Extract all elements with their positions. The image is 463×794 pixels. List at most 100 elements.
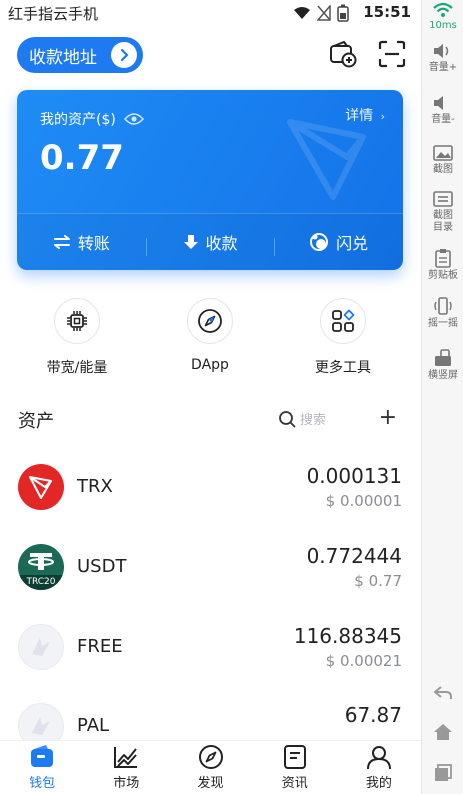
grid-icon xyxy=(320,298,366,344)
news-icon xyxy=(283,745,306,769)
nav-profile-label: 我的 xyxy=(365,776,392,791)
swap-icon xyxy=(310,233,329,251)
bottom-nav: 钱包 市场 发现 资讯 我的 xyxy=(0,740,421,794)
compass-icon xyxy=(187,298,233,344)
clock: 15:51 xyxy=(363,3,411,21)
detail-label: 详情 xyxy=(345,108,374,124)
volume-down-button[interactable]: 音量- xyxy=(422,94,463,126)
asset-amount: 0.77 xyxy=(40,138,124,178)
tool-more-label: 更多工具 xyxy=(315,360,371,376)
nav-discover-label: 发现 xyxy=(197,776,224,791)
receive-button[interactable]: 收款 xyxy=(145,230,275,256)
chart-icon xyxy=(114,747,138,768)
back-arrow-icon xyxy=(434,686,452,699)
token-balance: 0.772444 xyxy=(306,544,402,568)
token-row-free[interactable]: FREE 116.88345 $ 0.00021 xyxy=(0,624,421,704)
token-row-trx[interactable]: TRX 0.000131 $ 0.00001 xyxy=(0,464,421,544)
tool-bandwidth-label: 带宽/能量 xyxy=(46,360,108,376)
no-signal-icon xyxy=(317,5,331,21)
search-icon xyxy=(279,410,296,427)
wallet-icon xyxy=(31,745,54,767)
usdt-logo-icon: TRC20 xyxy=(18,544,64,590)
clipboard-icon xyxy=(435,249,451,268)
token-balance: 0.000131 xyxy=(306,464,402,488)
detail-link[interactable]: 详情 › xyxy=(345,105,385,125)
token-value: $ 0.00001 xyxy=(325,492,402,510)
tron-watermark-icon xyxy=(287,119,366,200)
back-button[interactable] xyxy=(422,684,463,702)
asset-card[interactable]: 我的资产($) 详情 › 0.77 转账 收款 闪兑 xyxy=(17,90,403,270)
rotate-icon xyxy=(435,349,451,366)
home-button[interactable] xyxy=(422,722,463,742)
nav-market[interactable]: 市场 xyxy=(84,741,168,794)
volume-up-label: 音量+ xyxy=(428,62,458,73)
chevron-right-icon xyxy=(111,42,137,68)
nav-market-label: 市场 xyxy=(113,776,140,791)
receive-label: 收款 xyxy=(205,234,238,253)
volume-up-icon xyxy=(434,44,449,58)
trx-logo-icon xyxy=(18,464,64,510)
tool-dapp-label: DApp xyxy=(191,357,229,373)
add-wallet-icon[interactable] xyxy=(328,39,358,69)
receive-address-button[interactable]: 收款地址 xyxy=(17,37,143,73)
token-symbol: TRX xyxy=(77,476,113,497)
volume-down-icon xyxy=(434,96,443,110)
chip-icon xyxy=(54,298,100,344)
rotate-label: 横竖屏 xyxy=(428,370,458,381)
phone-screen: 红手指云手机 15:51 收款地址 我的资产($) 详情 › 0.77 转账 收… xyxy=(0,0,421,794)
recent-apps-icon xyxy=(435,764,452,781)
assets-header: 资产 搜索 + xyxy=(18,405,403,435)
swap-label: 闪兑 xyxy=(336,234,369,253)
eye-icon[interactable] xyxy=(123,112,144,126)
profile-icon xyxy=(366,746,391,770)
token-symbol: FREE xyxy=(77,636,123,657)
signal-indicator: 10ms xyxy=(422,2,463,32)
nav-news-label: 资讯 xyxy=(281,776,308,791)
nav-profile[interactable]: 我的 xyxy=(337,741,421,794)
clipboard-label: 剪贴板 xyxy=(428,270,458,281)
recent-apps-button[interactable] xyxy=(422,763,463,783)
shake-icon xyxy=(434,297,452,315)
screenshot-button[interactable]: 截图 xyxy=(422,144,463,176)
token-value: $ 0.77 xyxy=(354,572,402,590)
nav-news[interactable]: 资讯 xyxy=(253,741,337,794)
nav-wallet[interactable]: 钱包 xyxy=(0,741,84,794)
free-logo-icon xyxy=(18,624,64,670)
compass-icon xyxy=(198,745,223,769)
asset-search[interactable]: 搜索 xyxy=(278,409,326,428)
transfer-button[interactable]: 转账 xyxy=(17,230,146,254)
clipboard-button[interactable]: 剪贴板 xyxy=(422,248,463,282)
swap-button[interactable]: 闪兑 xyxy=(274,230,403,256)
receive-icon xyxy=(183,235,198,249)
tool-bandwidth-energy[interactable]: 带宽/能量 xyxy=(22,298,132,377)
tool-more[interactable]: 更多工具 xyxy=(288,298,398,377)
rotate-button[interactable]: 横竖屏 xyxy=(422,348,463,382)
assets-title: 资产 xyxy=(18,411,54,432)
chevron-right-small-icon: › xyxy=(380,110,385,123)
battery-icon xyxy=(337,4,349,22)
scan-icon[interactable] xyxy=(377,39,407,69)
asset-label: 我的资产($) xyxy=(40,109,144,129)
add-asset-icon[interactable]: + xyxy=(379,405,397,430)
screenshot-folder-button[interactable]: 截图目录 xyxy=(422,190,463,234)
nav-wallet-label: 钱包 xyxy=(29,776,56,791)
asset-label-text: 我的资产($) xyxy=(40,112,116,128)
shake-button[interactable]: 摇一摇 xyxy=(422,296,463,330)
screenshot-folder-icon xyxy=(433,191,453,207)
tool-dapp[interactable]: DApp xyxy=(155,298,265,373)
token-row-usdt[interactable]: TRC20 USDT 0.772444 $ 0.77 xyxy=(0,544,421,624)
nav-discover[interactable]: 发现 xyxy=(168,741,252,794)
receive-address-label: 收款地址 xyxy=(29,47,97,68)
status-bar: 红手指云手机 15:51 xyxy=(0,0,421,26)
home-icon xyxy=(434,724,452,740)
screenshot-label: 截图 xyxy=(433,164,453,175)
screenshot-folder-label: 截图目录 xyxy=(433,210,453,233)
volume-up-button[interactable]: 音量+ xyxy=(422,42,463,74)
wifi-icon xyxy=(294,7,310,19)
latency-text: 10ms xyxy=(429,20,457,31)
usdt-badge: TRC20 xyxy=(26,577,56,587)
shake-label: 摇一摇 xyxy=(428,318,458,329)
carrier-label: 红手指云手机 xyxy=(8,5,99,23)
search-placeholder: 搜索 xyxy=(300,413,327,428)
token-symbol: USDT xyxy=(77,556,127,577)
